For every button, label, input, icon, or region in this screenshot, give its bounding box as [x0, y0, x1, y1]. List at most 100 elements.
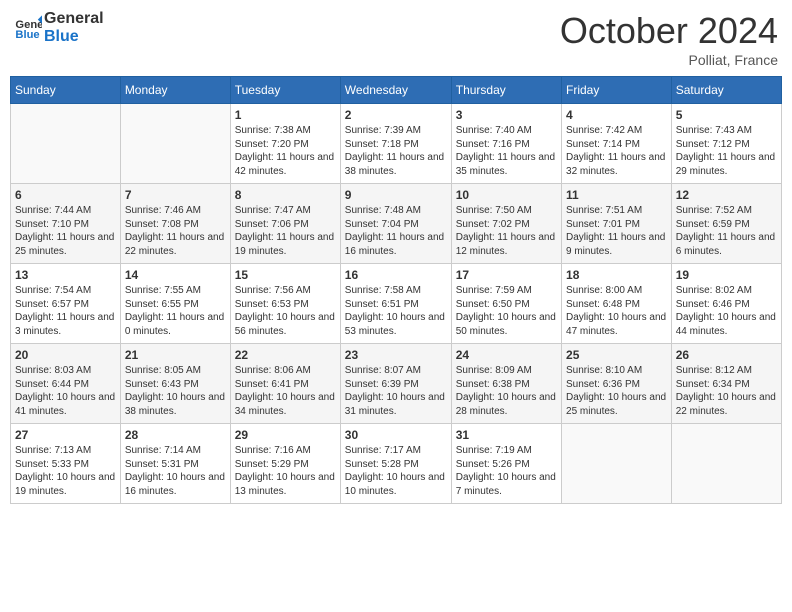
day-info: Sunrise: 7:55 AM Sunset: 6:55 PM Dayligh… — [125, 284, 226, 338]
location-subtitle: Polliat, France — [560, 52, 778, 68]
day-info: Sunrise: 8:06 AM Sunset: 6:41 PM Dayligh… — [235, 364, 336, 418]
header-day-tuesday: Tuesday — [230, 77, 340, 104]
calendar-week-4: 20 Sunrise: 8:03 AM Sunset: 6:44 PM Dayli… — [11, 344, 782, 424]
day-number: 8 — [235, 188, 336, 202]
day-info: Sunrise: 8:00 AM Sunset: 6:48 PM Dayligh… — [566, 284, 667, 338]
calendar-cell: 20 Sunrise: 8:03 AM Sunset: 6:44 PM Dayli… — [11, 344, 121, 424]
calendar-cell: 9 Sunrise: 7:48 AM Sunset: 7:04 PM Daylig… — [340, 184, 451, 264]
svg-text:Blue: Blue — [15, 28, 39, 40]
day-info: Sunrise: 7:59 AM Sunset: 6:50 PM Dayligh… — [456, 284, 557, 338]
day-info: Sunrise: 8:10 AM Sunset: 6:36 PM Dayligh… — [566, 364, 667, 418]
calendar-cell: 8 Sunrise: 7:47 AM Sunset: 7:06 PM Daylig… — [230, 184, 340, 264]
day-info: Sunrise: 7:52 AM Sunset: 6:59 PM Dayligh… — [676, 204, 777, 258]
calendar-cell: 31Sunrise: 7:19 AM Sunset: 5:26 PM Dayli… — [451, 424, 561, 504]
day-number: 1 — [235, 108, 336, 122]
calendar-cell: 4 Sunrise: 7:42 AM Sunset: 7:14 PM Daylig… — [562, 104, 672, 184]
day-info: Sunrise: 7:16 AM Sunset: 5:29 PM Dayligh… — [235, 444, 336, 498]
calendar-cell: 17 Sunrise: 7:59 AM Sunset: 6:50 PM Dayli… — [451, 264, 561, 344]
day-info: Sunrise: 7:42 AM Sunset: 7:14 PM Dayligh… — [566, 124, 667, 178]
day-number: 9 — [345, 188, 447, 202]
page-header: General Blue General Blue October 2024 P… — [10, 10, 782, 68]
calendar-cell: 11Sunrise: 7:51 AM Sunset: 7:01 PM Dayli… — [562, 184, 672, 264]
day-info: Sunrise: 7:17 AM Sunset: 5:28 PM Dayligh… — [345, 444, 447, 498]
day-number: 17 — [456, 268, 557, 282]
calendar-cell: 28 Sunrise: 7:14 AM Sunset: 5:31 PM Dayli… — [120, 424, 230, 504]
day-number: 13 — [15, 268, 116, 282]
calendar-cell: 15 Sunrise: 7:56 AM Sunset: 6:53 PM Dayli… — [230, 264, 340, 344]
header-day-monday: Monday — [120, 77, 230, 104]
day-number: 10 — [456, 188, 557, 202]
calendar-cell: 7 Sunrise: 7:46 AM Sunset: 7:08 PM Daylig… — [120, 184, 230, 264]
day-info: Sunrise: 7:46 AM Sunset: 7:08 PM Dayligh… — [125, 204, 226, 258]
calendar-cell — [11, 104, 121, 184]
calendar-cell: 27Sunrise: 7:13 AM Sunset: 5:33 PM Dayli… — [11, 424, 121, 504]
day-number: 6 — [15, 188, 116, 202]
day-number: 2 — [345, 108, 447, 122]
day-info: Sunrise: 8:03 AM Sunset: 6:44 PM Dayligh… — [15, 364, 116, 418]
day-number: 3 — [456, 108, 557, 122]
day-number: 14 — [125, 268, 226, 282]
header-day-thursday: Thursday — [451, 77, 561, 104]
day-info: Sunrise: 7:44 AM Sunset: 7:10 PM Dayligh… — [15, 204, 116, 258]
calendar-cell: 12 Sunrise: 7:52 AM Sunset: 6:59 PM Dayli… — [671, 184, 781, 264]
day-number: 7 — [125, 188, 226, 202]
day-info: Sunrise: 7:58 AM Sunset: 6:51 PM Dayligh… — [345, 284, 447, 338]
calendar-week-2: 6 Sunrise: 7:44 AM Sunset: 7:10 PM Daylig… — [11, 184, 782, 264]
calendar-cell: 21 Sunrise: 8:05 AM Sunset: 6:43 PM Dayli… — [120, 344, 230, 424]
calendar-week-3: 13Sunrise: 7:54 AM Sunset: 6:57 PM Dayli… — [11, 264, 782, 344]
day-info: Sunrise: 7:39 AM Sunset: 7:18 PM Dayligh… — [345, 124, 447, 178]
day-info: Sunrise: 7:19 AM Sunset: 5:26 PM Dayligh… — [456, 444, 557, 498]
day-number: 4 — [566, 108, 667, 122]
day-number: 5 — [676, 108, 777, 122]
day-info: Sunrise: 7:48 AM Sunset: 7:04 PM Dayligh… — [345, 204, 447, 258]
day-number: 21 — [125, 348, 226, 362]
day-number: 24 — [456, 348, 557, 362]
calendar-week-5: 27Sunrise: 7:13 AM Sunset: 5:33 PM Dayli… — [11, 424, 782, 504]
day-info: Sunrise: 8:12 AM Sunset: 6:34 PM Dayligh… — [676, 364, 777, 418]
day-number: 30 — [345, 428, 447, 442]
day-info: Sunrise: 7:47 AM Sunset: 7:06 PM Dayligh… — [235, 204, 336, 258]
calendar-cell: 22 Sunrise: 8:06 AM Sunset: 6:41 PM Dayli… — [230, 344, 340, 424]
day-number: 25 — [566, 348, 667, 362]
calendar-cell: 14 Sunrise: 7:55 AM Sunset: 6:55 PM Dayli… — [120, 264, 230, 344]
calendar-cell: 13Sunrise: 7:54 AM Sunset: 6:57 PM Dayli… — [11, 264, 121, 344]
day-number: 29 — [235, 428, 336, 442]
calendar-cell: 30 Sunrise: 7:17 AM Sunset: 5:28 PM Dayli… — [340, 424, 451, 504]
day-info: Sunrise: 7:38 AM Sunset: 7:20 PM Dayligh… — [235, 124, 336, 178]
day-info: Sunrise: 7:14 AM Sunset: 5:31 PM Dayligh… — [125, 444, 226, 498]
header-day-sunday: Sunday — [11, 77, 121, 104]
calendar-header-row: SundayMondayTuesdayWednesdayThursdayFrid… — [11, 77, 782, 104]
day-number: 20 — [15, 348, 116, 362]
day-info: Sunrise: 7:51 AM Sunset: 7:01 PM Dayligh… — [566, 204, 667, 258]
logo-text-blue: Blue — [44, 28, 104, 46]
day-number: 15 — [235, 268, 336, 282]
calendar-cell: 18 Sunrise: 8:00 AM Sunset: 6:48 PM Dayli… — [562, 264, 672, 344]
calendar-cell: 5 Sunrise: 7:43 AM Sunset: 7:12 PM Daylig… — [671, 104, 781, 184]
calendar-cell — [120, 104, 230, 184]
day-number: 22 — [235, 348, 336, 362]
day-info: Sunrise: 7:56 AM Sunset: 6:53 PM Dayligh… — [235, 284, 336, 338]
day-info: Sunrise: 8:09 AM Sunset: 6:38 PM Dayligh… — [456, 364, 557, 418]
header-day-wednesday: Wednesday — [340, 77, 451, 104]
day-number: 12 — [676, 188, 777, 202]
calendar-cell — [671, 424, 781, 504]
calendar-cell: 6 Sunrise: 7:44 AM Sunset: 7:10 PM Daylig… — [11, 184, 121, 264]
day-info: Sunrise: 7:40 AM Sunset: 7:16 PM Dayligh… — [456, 124, 557, 178]
calendar-week-1: 1 Sunrise: 7:38 AM Sunset: 7:20 PM Daylig… — [11, 104, 782, 184]
logo-icon: General Blue — [14, 14, 42, 42]
header-day-friday: Friday — [562, 77, 672, 104]
day-number: 16 — [345, 268, 447, 282]
calendar-cell: 10 Sunrise: 7:50 AM Sunset: 7:02 PM Dayli… — [451, 184, 561, 264]
calendar-table: SundayMondayTuesdayWednesdayThursdayFrid… — [10, 76, 782, 504]
calendar-cell: 16 Sunrise: 7:58 AM Sunset: 6:51 PM Dayli… — [340, 264, 451, 344]
calendar-cell: 19Sunrise: 8:02 AM Sunset: 6:46 PM Dayli… — [671, 264, 781, 344]
day-info: Sunrise: 7:43 AM Sunset: 7:12 PM Dayligh… — [676, 124, 777, 178]
calendar-cell: 23Sunrise: 8:07 AM Sunset: 6:39 PM Dayli… — [340, 344, 451, 424]
calendar-cell: 25 Sunrise: 8:10 AM Sunset: 6:36 PM Dayli… — [562, 344, 672, 424]
day-info: Sunrise: 8:05 AM Sunset: 6:43 PM Dayligh… — [125, 364, 226, 418]
day-info: Sunrise: 7:50 AM Sunset: 7:02 PM Dayligh… — [456, 204, 557, 258]
calendar-cell: 29 Sunrise: 7:16 AM Sunset: 5:29 PM Dayli… — [230, 424, 340, 504]
day-number: 28 — [125, 428, 226, 442]
day-number: 18 — [566, 268, 667, 282]
day-info: Sunrise: 8:02 AM Sunset: 6:46 PM Dayligh… — [676, 284, 777, 338]
